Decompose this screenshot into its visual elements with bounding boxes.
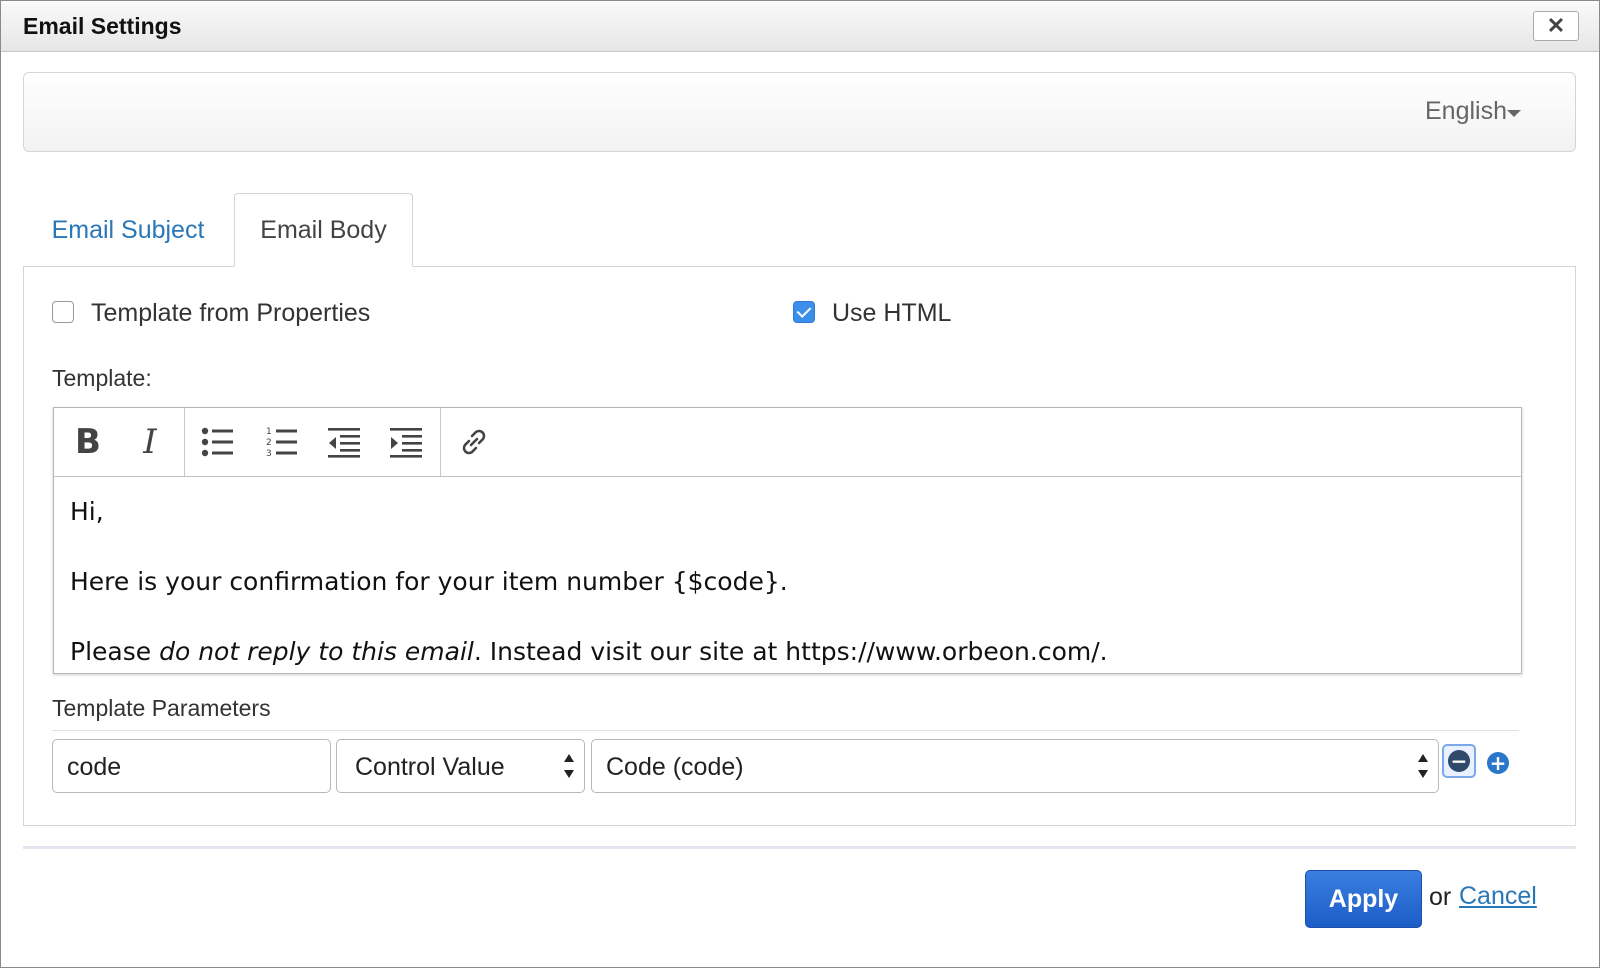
language-bar: English — [23, 72, 1576, 152]
editor-content[interactable]: Hi, Here is your confirmation for your i… — [70, 494, 1505, 704]
template-from-properties-checkbox[interactable] — [52, 301, 74, 323]
bulleted-list-icon[interactable] — [196, 420, 240, 464]
select-arrows-icon — [1418, 752, 1428, 780]
select-arrows-icon — [564, 752, 574, 780]
dialog-titlebar: Email Settings ✕ — [1, 1, 1599, 52]
svg-text:3: 3 — [266, 449, 272, 459]
parameter-name-value: code — [67, 753, 122, 781]
bold-icon[interactable]: B — [66, 420, 110, 464]
toolbar-divider — [440, 408, 441, 476]
link-icon[interactable] — [452, 420, 496, 464]
email-body-panel: Template from Properties Use HTML Templa… — [23, 266, 1576, 826]
outdent-icon[interactable] — [322, 420, 366, 464]
svg-text:2: 2 — [266, 438, 272, 448]
italic-icon[interactable]: I — [128, 420, 172, 464]
use-html-checkbox[interactable] — [793, 301, 815, 323]
content-line-greeting: Hi, — [70, 497, 104, 526]
parameter-control-select[interactable]: Code (code) — [591, 739, 1439, 793]
email-settings-dialog: Email Settings ✕ English Email Subject E… — [0, 0, 1600, 968]
remove-parameter-button[interactable]: − — [1442, 744, 1476, 778]
minus-circle-icon: − — [1448, 750, 1470, 772]
footer-divider — [23, 846, 1576, 849]
template-from-properties-label: Template from Properties — [91, 299, 371, 327]
close-button[interactable]: ✕ — [1533, 11, 1579, 41]
editor-toolbar: B I 1 2 3 — [54, 408, 1521, 477]
rich-text-editor: B I 1 2 3 Hi, Here is your confirmation … — [53, 407, 1522, 674]
close-icon: ✕ — [1546, 13, 1566, 38]
numbered-list-icon[interactable]: 1 2 3 — [260, 420, 304, 464]
or-text: or — [1429, 883, 1452, 911]
content-text: Please — [70, 637, 160, 666]
content-line-confirmation: Here is your confirmation for your item … — [70, 567, 788, 596]
template-label: Template: — [52, 365, 152, 391]
indent-icon[interactable] — [384, 420, 428, 464]
content-text: . Instead visit our site at https://www.… — [473, 637, 1108, 666]
dialog-title: Email Settings — [23, 13, 182, 39]
parameter-name-input[interactable]: code — [52, 739, 331, 793]
parameter-type-select[interactable]: Control Value — [336, 739, 585, 793]
content-line-instructions: Please do not reply to this email. Inste… — [70, 634, 1505, 669]
chevron-down-icon[interactable] — [1507, 110, 1521, 117]
divider — [52, 730, 1519, 731]
parameter-control-value: Code (code) — [606, 753, 744, 781]
cancel-link[interactable]: Cancel — [1459, 882, 1537, 911]
add-parameter-button[interactable]: + — [1487, 752, 1509, 774]
tab-bar: Email Subject Email Body — [23, 193, 1576, 267]
apply-button[interactable]: Apply — [1305, 870, 1422, 928]
parameter-type-value: Control Value — [355, 753, 505, 781]
content-italic-text: do not reply to this email — [159, 637, 474, 666]
toolbar-divider — [184, 408, 185, 476]
template-parameters-label: Template Parameters — [52, 695, 271, 721]
language-dropdown[interactable]: English — [1425, 97, 1507, 126]
tab-email-body[interactable]: Email Body — [234, 193, 413, 267]
use-html-label: Use HTML — [832, 299, 952, 327]
tab-email-subject[interactable]: Email Subject — [23, 193, 233, 267]
svg-text:1: 1 — [266, 427, 272, 437]
plus-circle-icon: + — [1487, 752, 1509, 774]
